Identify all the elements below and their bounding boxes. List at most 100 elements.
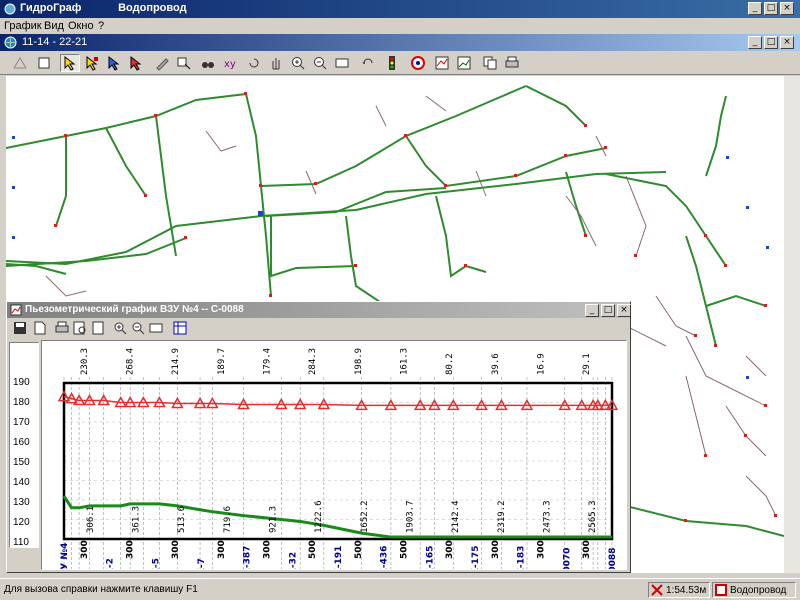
- piezometric-chart: 230.3 268.4 214.9 189.7 179.4 284.3 198.9 161.3…: [57, 348, 619, 585]
- map-window-buttons: _ □ ×: [748, 36, 794, 49]
- cursor-pipe-icon: [108, 55, 120, 71]
- piezometric-graph-window: Пьезометрический график ВЗУ №4 -- С-0088…: [6, 301, 631, 585]
- graph-close-button[interactable]: ×: [617, 304, 631, 317]
- map-maximize-button[interactable]: □: [764, 36, 778, 49]
- node-name-label: ПК-5: [151, 558, 161, 569]
- length-label: 306.1: [86, 506, 96, 533]
- top-elevation-label: 16.9: [537, 353, 547, 375]
- graph-zoom-in-button[interactable]: [111, 320, 129, 336]
- segment-diameter-label: 300: [80, 540, 90, 559]
- table-icon: [173, 321, 187, 335]
- network-tool-button[interactable]: [10, 54, 30, 72]
- segment-diameter-label: 300: [582, 540, 592, 559]
- zoom-extent-button[interactable]: [332, 54, 352, 72]
- length-label: 2142.4: [451, 500, 461, 533]
- close-button[interactable]: ×: [780, 2, 794, 15]
- layers-tool-button[interactable]: [34, 54, 54, 72]
- length-label: 2473.3: [543, 500, 553, 533]
- network-icon: [13, 57, 27, 69]
- segment-diameter-label: 300: [217, 540, 227, 559]
- map-vertical-scrollbar[interactable]: [784, 76, 800, 573]
- menu-graph[interactable]: График: [4, 20, 42, 32]
- graph-save-button[interactable]: [11, 320, 29, 336]
- top-elevation-label: 161.3: [400, 348, 410, 375]
- segment-diameter-label: 300: [171, 540, 181, 559]
- zoom-out-button[interactable]: [310, 54, 330, 72]
- top-elevation-label: 284.3: [308, 348, 318, 375]
- timer-icon: [651, 584, 663, 596]
- coordinates-button[interactable]: xy: [222, 54, 242, 72]
- copy-button[interactable]: [480, 54, 500, 72]
- cursor-delete-icon: [130, 55, 142, 71]
- profile-icon: [435, 56, 449, 70]
- print-button[interactable]: [502, 54, 522, 72]
- graph-minimize-button[interactable]: _: [585, 304, 599, 317]
- find-button[interactable]: [198, 54, 218, 72]
- menu-view[interactable]: Вид: [44, 20, 64, 32]
- save-icon: [14, 322, 26, 334]
- node-name-label: ПК-191: [334, 546, 344, 569]
- select-pipe-tool-button[interactable]: [104, 54, 124, 72]
- top-elevation-label: 198.9: [354, 348, 364, 375]
- select-node-tool-button[interactable]: [82, 54, 102, 72]
- segment-diameter-label: 300: [263, 540, 273, 559]
- delete-tool-button[interactable]: [126, 54, 146, 72]
- graph-window-icon: [10, 304, 22, 316]
- edit-icon: [177, 57, 191, 70]
- app-title-bar: ГидроГраф Водопровод _ □ ×: [0, 0, 800, 18]
- menu-bar: График Вид Окно ?: [0, 18, 800, 34]
- node-name-label: ВЗУ №4: [60, 543, 70, 569]
- graph-preview-button[interactable]: [71, 320, 89, 336]
- edit-tool-button[interactable]: [174, 54, 194, 72]
- graph-page-button[interactable]: [89, 320, 107, 336]
- rotate-button[interactable]: [244, 54, 264, 72]
- y-tick-label: 110: [13, 537, 29, 548]
- signal-button[interactable]: [382, 54, 402, 72]
- node-name-label: ПК-165: [425, 546, 435, 569]
- graph-settings-button[interactable]: [171, 320, 189, 336]
- zoom-in-icon: [114, 322, 127, 335]
- traffic-light-icon: [389, 56, 395, 70]
- graph-maximize-button[interactable]: □: [601, 304, 615, 317]
- minimize-button[interactable]: _: [748, 2, 762, 15]
- rotate-icon: [249, 58, 259, 68]
- graph-button[interactable]: [454, 54, 474, 72]
- node-name-label: ПК-436: [380, 546, 390, 569]
- binoculars-icon: [202, 62, 214, 68]
- map-window-title: 11-14 - 22-21: [22, 36, 88, 48]
- graph-zoom-out-button[interactable]: [129, 320, 147, 336]
- length-label: 2565.3: [588, 500, 598, 533]
- profile-button[interactable]: [432, 54, 452, 72]
- menu-window[interactable]: Окно: [68, 20, 94, 32]
- app-icon: [4, 3, 16, 15]
- pan-button[interactable]: [266, 54, 286, 72]
- select-tool-button[interactable]: [60, 54, 80, 72]
- top-elevation-label: 268.4: [126, 348, 136, 375]
- document-icon: [34, 321, 46, 335]
- graph-new-button[interactable]: [31, 320, 49, 336]
- graph-print-button[interactable]: [53, 320, 71, 336]
- menu-help[interactable]: ?: [98, 20, 104, 32]
- status-bar: Для вызова справки нажмите клавишу F1 1:…: [0, 578, 800, 600]
- draw-pipe-tool-button[interactable]: [152, 54, 172, 72]
- graph-window-title: Пьезометрический график ВЗУ №4 -- С-0088: [25, 304, 244, 315]
- map-minimize-button[interactable]: _: [748, 36, 762, 49]
- main-toolbar: xy: [0, 51, 800, 75]
- target-button[interactable]: [408, 54, 428, 72]
- node-name-label: С-0088: [608, 548, 618, 569]
- graph-fit-button[interactable]: [147, 320, 165, 336]
- app-window-buttons: _ □ ×: [748, 2, 794, 15]
- top-elevation-label: 179.4: [263, 348, 273, 375]
- piezometric-plot-area[interactable]: 230.3 268.4 214.9 189.7 179.4 284.3 198.9 161.3…: [41, 340, 627, 585]
- maximize-button[interactable]: □: [764, 2, 778, 15]
- zoom-in-icon: [292, 57, 305, 70]
- node-name-label: ПК-2: [106, 558, 116, 569]
- undo-button[interactable]: [358, 54, 378, 72]
- page-icon: [92, 321, 104, 335]
- zoom-in-button[interactable]: [288, 54, 308, 72]
- target-icon: [411, 56, 425, 70]
- node-name-label: ПК-7: [197, 558, 207, 569]
- zoom-extent-icon: [335, 58, 349, 68]
- map-close-button[interactable]: ×: [780, 36, 794, 49]
- length-label: 1903.7: [406, 500, 416, 533]
